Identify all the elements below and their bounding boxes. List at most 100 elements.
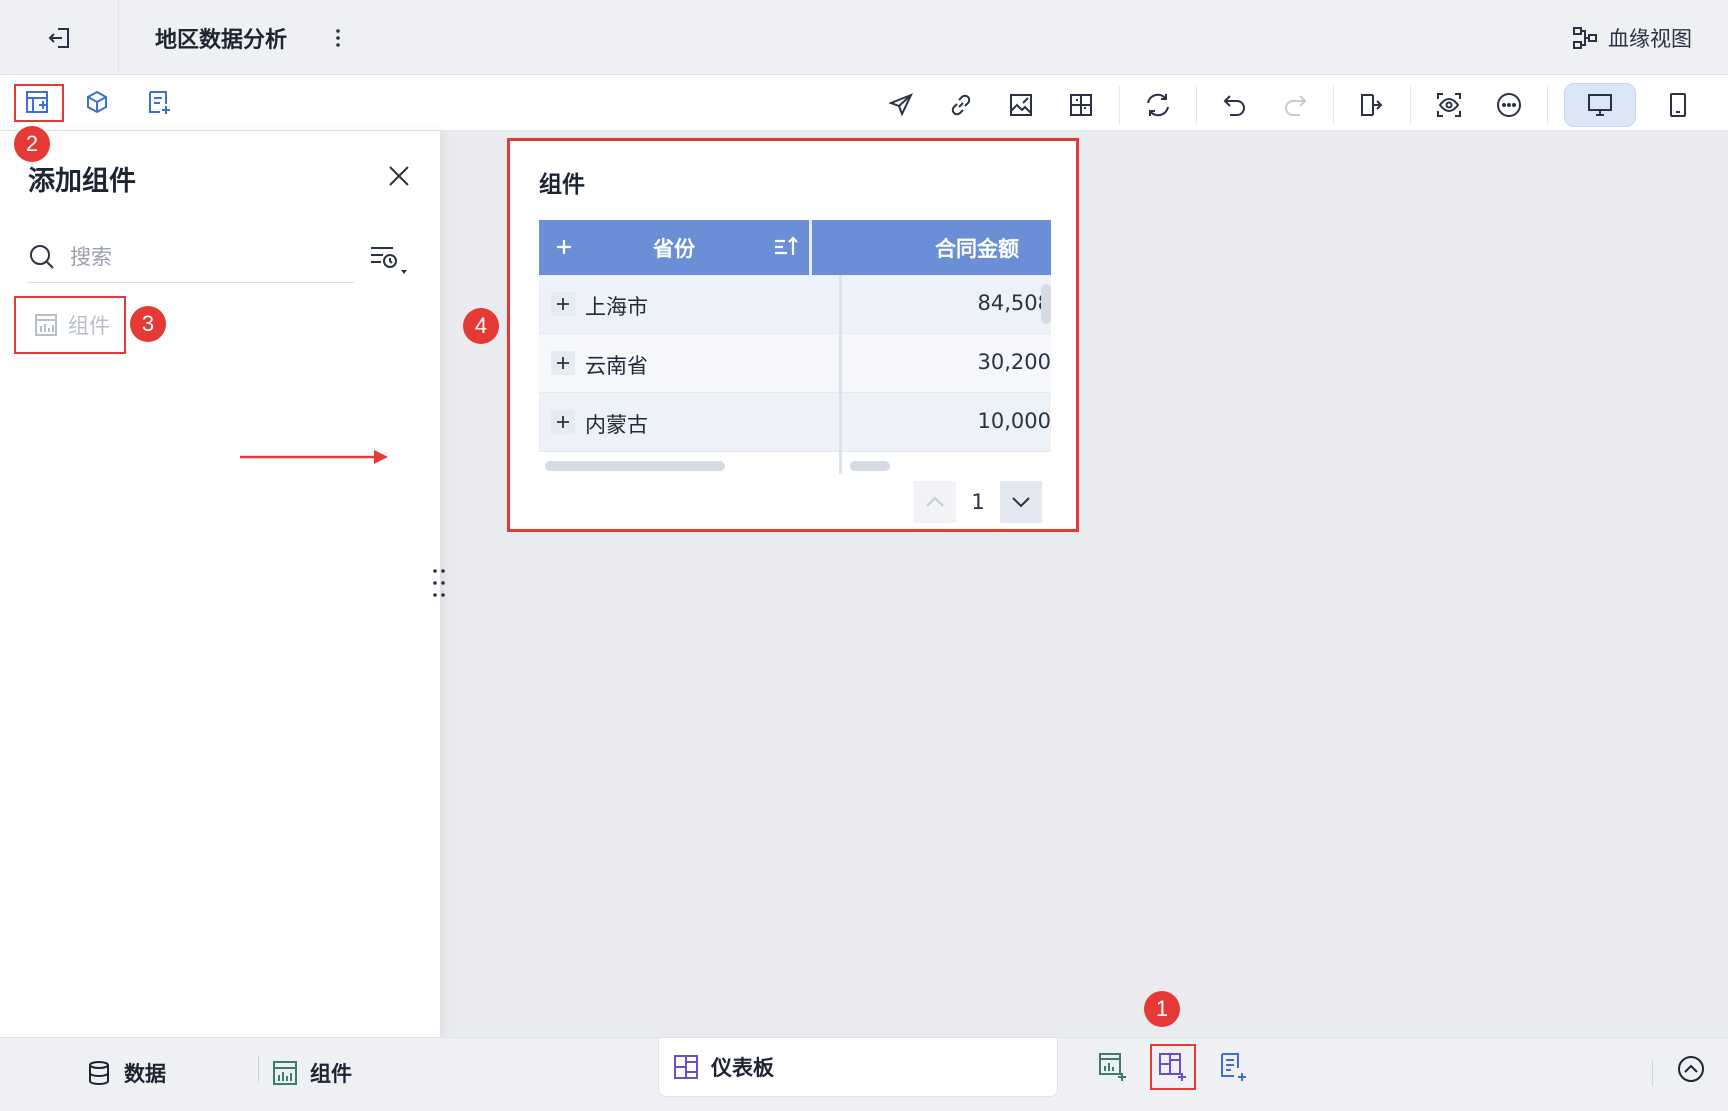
link-button[interactable] <box>939 85 983 125</box>
more-options-button[interactable] <box>1487 85 1531 125</box>
refresh-icon <box>1147 93 1169 117</box>
table-row[interactable]: 上海市 84,508 <box>539 275 1051 334</box>
panel-close-button[interactable] <box>382 159 416 193</box>
exit-button[interactable] <box>36 20 84 56</box>
title-divider <box>118 0 119 75</box>
pagination: 1 <box>914 481 1042 523</box>
search-box <box>28 231 354 283</box>
panel-resize-handle-icon[interactable] <box>428 566 452 600</box>
chevron-down-icon <box>1012 497 1030 508</box>
component-tab[interactable]: 组件 <box>272 1058 352 1088</box>
plus-icon <box>557 357 569 369</box>
bar-chart-icon <box>35 314 57 336</box>
component-tab-label: 组件 <box>310 1062 352 1086</box>
title-more-button[interactable] <box>326 24 350 52</box>
vertical-scrollbar[interactable] <box>1041 284 1051 324</box>
table-header: 省份 合同金额 <box>539 220 1051 275</box>
eye-scan-icon <box>1437 93 1461 117</box>
report-add-icon <box>1221 1053 1246 1081</box>
bottom-bar: 数据 组件 仪表板 <box>0 1037 1728 1111</box>
filter-sort-button[interactable] <box>368 241 418 281</box>
page-title: 地区数据分析 <box>155 28 288 53</box>
cell-province: 上海市 <box>585 295 648 319</box>
toolbar-separator <box>1333 86 1334 124</box>
annotation-badge-1: 1 <box>1144 991 1180 1027</box>
dashboard-tab-label: 仪表板 <box>711 1056 774 1080</box>
add-component-panel: 添加组件 组件 <box>0 131 440 1037</box>
sort-ascending-icon <box>775 236 798 255</box>
send-icon <box>888 93 913 117</box>
dashboard-tab[interactable]: 仪表板 <box>658 1038 1058 1097</box>
search-input[interactable] <box>70 244 330 269</box>
plus-icon <box>557 240 571 254</box>
bottom-separator <box>1652 1060 1653 1086</box>
publish-button[interactable] <box>879 85 923 125</box>
report-add-icon <box>149 91 170 114</box>
row-expand-button[interactable] <box>551 351 575 375</box>
annotation-badge-2: 2 <box>14 126 50 162</box>
redo-icon <box>1285 95 1307 116</box>
add-model-button[interactable] <box>76 83 120 123</box>
next-page-button[interactable] <box>1000 481 1042 523</box>
more-horizontal-icon <box>1497 93 1521 117</box>
toolbar-separator <box>1547 86 1548 124</box>
search-icon <box>30 244 54 269</box>
highlight-add-component <box>14 84 64 122</box>
mobile-view-button[interactable] <box>1642 83 1714 127</box>
horizontal-scrollbar-left[interactable] <box>545 461 725 471</box>
bottom-separator <box>258 1056 259 1082</box>
prev-page-button[interactable] <box>914 481 956 523</box>
lineage-view-button[interactable]: 血缘视图 <box>1572 20 1692 56</box>
add-component-sheet-button[interactable] <box>1090 1044 1136 1090</box>
refresh-button[interactable] <box>1136 85 1180 125</box>
data-tab[interactable]: 数据 <box>86 1058 166 1088</box>
layout-button[interactable] <box>1059 85 1103 125</box>
redo-button[interactable] <box>1273 85 1317 125</box>
frozen-column-divider[interactable] <box>839 275 842 474</box>
cell-province: 云南省 <box>585 354 648 378</box>
title-bar: 地区数据分析 血缘视图 <box>0 0 1728 75</box>
collapse-up-icon[interactable] <box>1676 1054 1706 1084</box>
cell-province: 内蒙古 <box>585 413 648 437</box>
add-report-sheet-button[interactable] <box>1210 1044 1256 1090</box>
column-header-province[interactable]: 省份 <box>539 220 809 275</box>
toolbar-separator <box>1196 86 1197 124</box>
table-row[interactable]: 云南省 30,200 <box>539 334 1051 393</box>
add-dashboard-sheet-button[interactable] <box>1150 1044 1196 1090</box>
desktop-icon <box>1588 94 1612 116</box>
sort-button[interactable] <box>771 232 801 262</box>
add-sheet-group <box>1090 1044 1256 1090</box>
undo-button[interactable] <box>1213 85 1257 125</box>
row-expand-button[interactable] <box>551 410 575 434</box>
cell-amount: 30,200 <box>977 350 1051 374</box>
more-vertical-icon <box>336 29 340 47</box>
widget-title: 组件 <box>539 172 585 198</box>
row-expand-button[interactable] <box>551 292 575 316</box>
lineage-icon <box>1573 27 1597 49</box>
preview-button[interactable] <box>1427 85 1471 125</box>
data-table: 省份 合同金额 上海市 84,508 云南省 30,200 内蒙古 10,000 <box>539 220 1051 474</box>
chart-add-icon <box>1099 1053 1126 1081</box>
export-icon <box>1361 94 1383 116</box>
header-expand-button[interactable] <box>549 232 579 262</box>
annotation-badge-4: 4 <box>463 308 499 344</box>
add-report-button[interactable] <box>137 83 181 123</box>
component-widget[interactable]: 组件 省份 合同金额 上海市 84,508 云南省 30,200 内蒙古 10,… <box>507 138 1079 532</box>
exit-icon <box>48 28 69 48</box>
filter-history-icon <box>371 247 407 274</box>
close-icon <box>389 166 409 186</box>
export-button[interactable] <box>1350 85 1394 125</box>
desktop-view-button[interactable] <box>1564 83 1636 127</box>
page-number: 1 <box>971 490 985 514</box>
horizontal-scrollbar-right[interactable] <box>850 461 890 471</box>
component-list-item[interactable]: 组件 <box>14 296 126 354</box>
plus-icon <box>557 298 569 310</box>
layout-grid-icon <box>1070 94 1092 116</box>
table-row[interactable]: 内蒙古 10,000 <box>539 393 1051 452</box>
toolbar-separator <box>1410 86 1411 124</box>
image-button[interactable] <box>999 85 1043 125</box>
drag-arrow-icon <box>240 450 388 464</box>
plus-icon <box>557 416 569 428</box>
column-header-amount[interactable]: 合同金额 <box>812 220 1051 275</box>
chevron-up-icon <box>926 496 944 507</box>
